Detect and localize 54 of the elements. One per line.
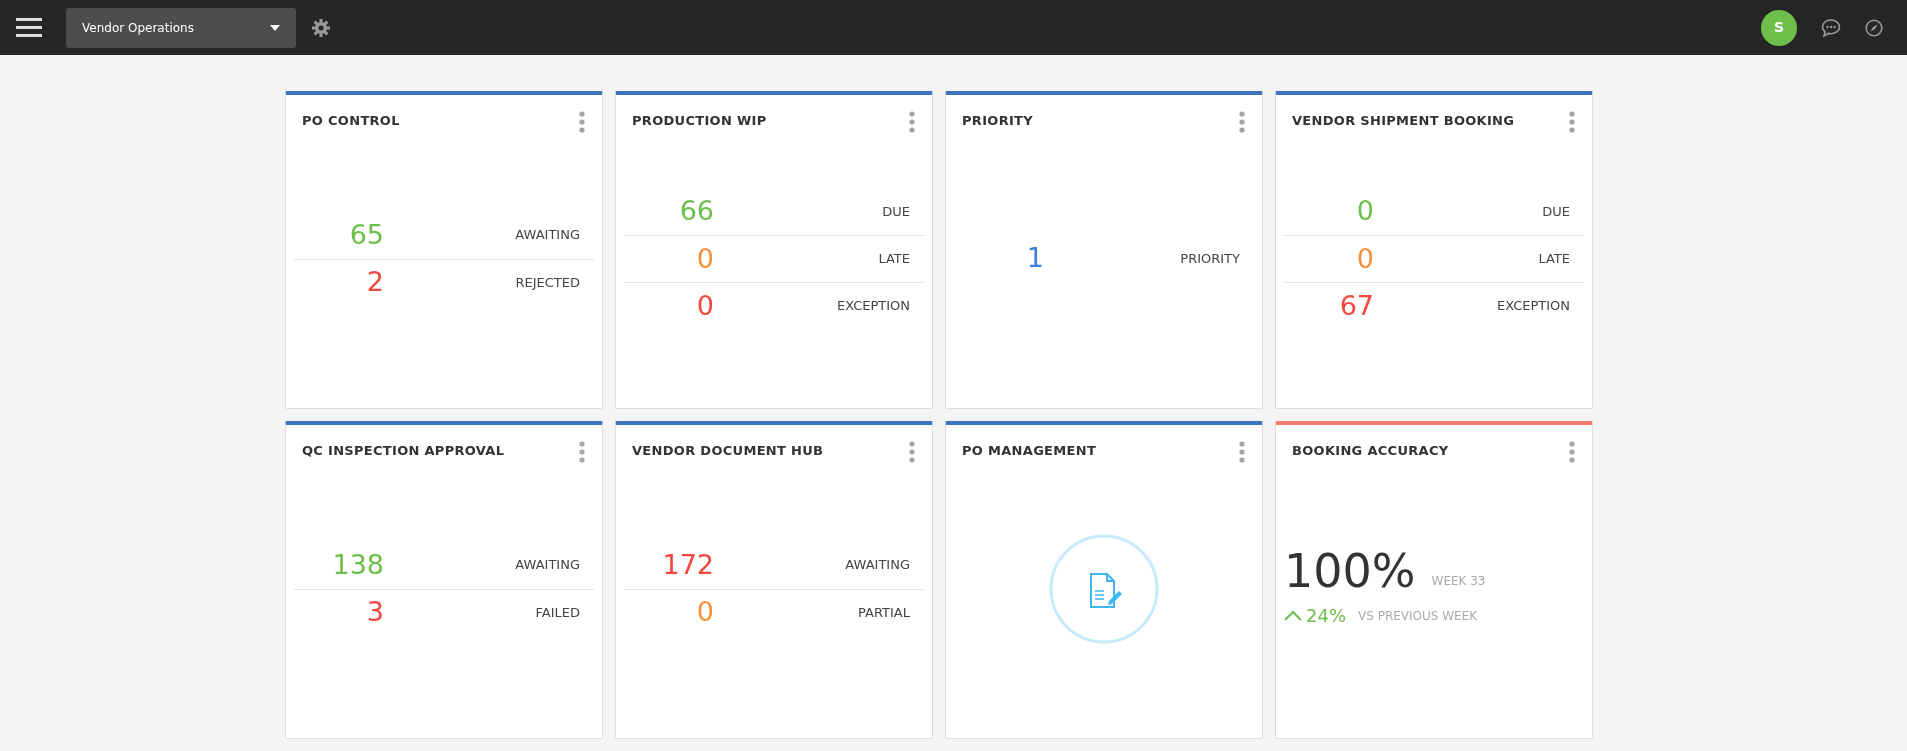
metric-label: AWAITING — [844, 556, 911, 575]
metric-label: EXCEPTION — [835, 297, 911, 316]
change-value: 24% — [1306, 604, 1346, 628]
widget-title: PRODUCTION WIP — [632, 112, 767, 130]
accuracy-value: 100% — [1284, 548, 1416, 594]
metric-label: AWAITING — [514, 556, 581, 575]
metric-value: 172 — [661, 547, 714, 582]
metric-value: 0 — [695, 595, 714, 630]
metric-value: 66 — [678, 194, 714, 229]
chat-icon[interactable] — [1821, 18, 1841, 37]
compass-icon[interactable] — [1865, 18, 1883, 37]
widget-title: PRIORITY — [962, 112, 1033, 130]
more-options-icon[interactable] — [578, 441, 586, 463]
caret-icon — [270, 24, 280, 31]
metric-label: LATE — [1537, 250, 1571, 269]
more-options-icon[interactable] — [578, 111, 586, 133]
widget-title: QC INSPECTION APPROVAL — [302, 442, 505, 460]
metric-value: 65 — [348, 217, 384, 252]
widget-title: PO MANAGEMENT — [962, 442, 1097, 460]
more-options-icon[interactable] — [1238, 441, 1246, 463]
metric-label: PARTIAL — [857, 603, 911, 622]
up-chevron-icon — [1284, 610, 1302, 621]
metric-value: 1 — [1025, 241, 1044, 276]
widget-title: VENDOR SHIPMENT BOOKING — [1292, 112, 1515, 130]
more-options-icon[interactable] — [908, 441, 916, 463]
metric-label: PRIORITY — [1179, 249, 1241, 268]
metric-value: 3 — [365, 595, 384, 630]
metric-label: REJECTED — [514, 273, 581, 292]
metric-label: EXCEPTION — [1495, 297, 1571, 316]
more-options-icon[interactable] — [908, 111, 916, 133]
metric-label: FAILED — [534, 603, 581, 622]
settings-icon[interactable] — [312, 18, 330, 37]
metric-label: DUE — [881, 202, 911, 221]
metric-label: AWAITING — [514, 226, 581, 245]
metric-value: 138 — [331, 547, 384, 582]
metric-value: 67 — [1338, 288, 1374, 323]
metric-label: LATE — [877, 250, 911, 269]
metric-value: 0 — [695, 288, 714, 323]
widget-title: BOOKING ACCURACY — [1292, 442, 1449, 460]
metric-value: 0 — [1355, 194, 1374, 229]
menu-icon[interactable] — [16, 17, 42, 38]
metric-label: DUE — [1541, 202, 1571, 221]
widget-title: VENDOR DOCUMENT HUB — [632, 442, 824, 460]
document-edit-icon[interactable] — [1049, 533, 1159, 644]
metric-value: 2 — [365, 265, 384, 300]
more-options-icon[interactable] — [1568, 111, 1576, 133]
more-options-icon[interactable] — [1568, 441, 1576, 463]
metric-value: 0 — [1355, 241, 1374, 276]
workspace-dropdown[interactable]: Vendor Operations — [66, 7, 296, 48]
more-options-icon[interactable] — [1238, 111, 1246, 133]
week-label: WEEK 33 — [1431, 573, 1486, 590]
comparison-label: VS PREVIOUS WEEK — [1358, 607, 1478, 625]
widget-title: PO CONTROL — [302, 112, 400, 130]
metric-value: 0 — [695, 241, 714, 276]
